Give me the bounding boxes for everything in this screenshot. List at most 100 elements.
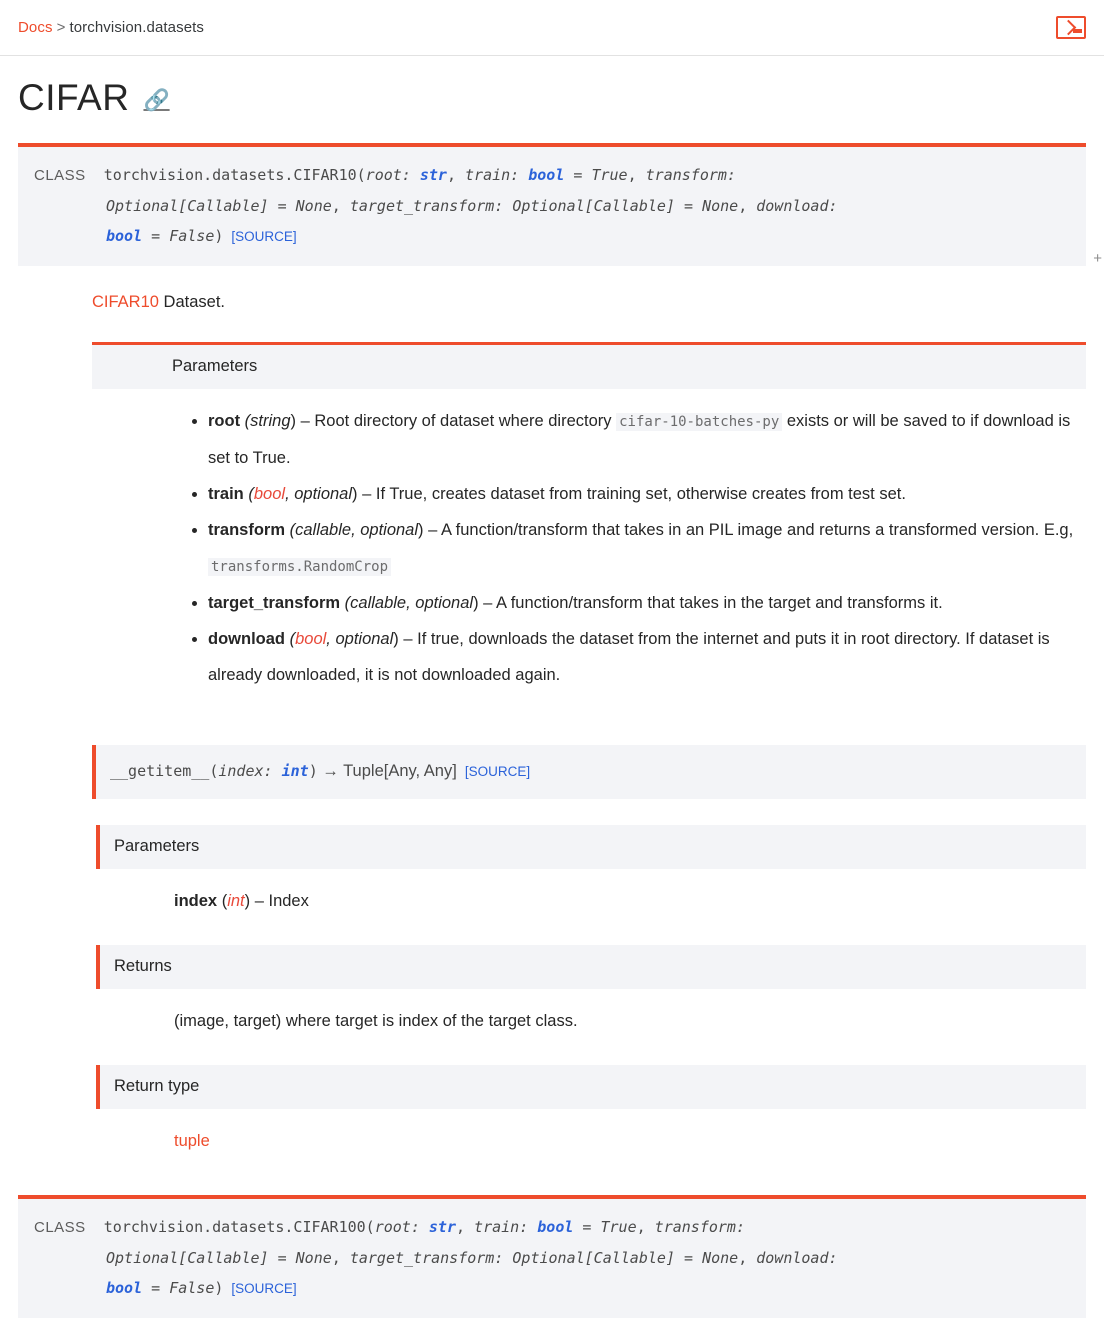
- cifar10-signature-line-2: Optional[Callable] = None, target_transf…: [34, 191, 1070, 221]
- getitem-source-link[interactable]: [SOURCE]: [465, 764, 530, 779]
- cifar100-param-target-transform-eq: =: [674, 1249, 703, 1268]
- param-name: download: [208, 630, 285, 649]
- cifar10-param-target-transform-colon: :: [494, 197, 513, 216]
- param-type-open: (: [240, 412, 251, 431]
- param-dash: –: [362, 485, 376, 504]
- getitem-param-name: index: [218, 762, 264, 781]
- getitem-name: __getitem__: [110, 762, 210, 781]
- cifar100-param-download-colon: :: [828, 1249, 838, 1268]
- param-type-open: (: [340, 594, 351, 613]
- cifar10-qualname: torchvision.datasets.CIFAR10: [103, 166, 357, 185]
- cifar100-param-root-colon: :: [410, 1218, 429, 1237]
- cifar10-signature-line-3: bool = False) [SOURCE]: [34, 221, 1070, 252]
- cifar10-param-target-transform-name: target_transform: [349, 197, 495, 216]
- param-type-red: int: [227, 892, 245, 911]
- param-name: target_transform: [208, 594, 341, 613]
- cifar100-source-link[interactable]: [SOURCE]: [231, 1281, 296, 1296]
- cifar10-param-train-sep: ,: [627, 166, 646, 185]
- cifar10-parameters-fieldbox: Parameters root (string) – Root director…: [92, 342, 1086, 693]
- param-desc-before: If True, creates dataset from training s…: [375, 485, 906, 504]
- getitem-returns-heading: Returns: [96, 945, 1086, 990]
- page-title-row: CIFAR 🔗: [0, 56, 1104, 120]
- cifar10-param-train-default: True: [591, 166, 628, 185]
- list-item: transform (callable, optional) – A funct…: [208, 512, 1086, 585]
- cifar10-body: CIFAR10 Dataset. Parameters root (string…: [0, 290, 1104, 1159]
- cifar10-param-train-colon: :: [510, 166, 529, 185]
- param-type: string: [250, 412, 291, 431]
- cifar100-param-train-default: True: [600, 1218, 637, 1237]
- scroll-expand-marker[interactable]: +: [1093, 251, 1102, 266]
- param-name: index: [174, 892, 218, 911]
- top-bar: Docs > torchvision.datasets: [0, 0, 1104, 56]
- getitem-return-type-heading: Return type: [96, 1065, 1086, 1110]
- breadcrumb-docs-link[interactable]: Docs: [18, 19, 53, 36]
- cifar100-close-paren: ): [214, 1279, 224, 1298]
- cifar10-param-download-eq: =: [142, 227, 170, 246]
- cifar10-param-train-type: bool: [528, 166, 565, 185]
- cifar100-param-transform-sep: ,: [331, 1249, 350, 1268]
- getitem-return-type-fieldbox: Return type tuple: [96, 1065, 1086, 1159]
- getitem-parameters-heading: Parameters: [96, 825, 1086, 870]
- param-literal: transforms.RandomCrop: [208, 558, 392, 577]
- param-type-open: (: [285, 630, 296, 649]
- cifar100-param-download-type: bool: [106, 1279, 143, 1298]
- cifar10-param-root-name: root: [365, 166, 402, 185]
- cifar10-close-paren: ): [214, 227, 224, 246]
- getitem-parameter-item: index (int) – Index: [96, 883, 1086, 919]
- param-type: callable, optional: [295, 521, 419, 540]
- cifar100-param-transform-eq: =: [268, 1249, 296, 1268]
- breadcrumb-separator: >: [56, 19, 66, 36]
- cifar100-class-keyword: CLASS: [34, 1219, 86, 1237]
- cifar10-description-link[interactable]: CIFAR10: [92, 293, 159, 311]
- breadcrumb: Docs > torchvision.datasets: [18, 19, 204, 36]
- cifar10-description: CIFAR10 Dataset.: [92, 290, 1086, 315]
- cifar10-param-target-transform-default: None: [702, 197, 739, 216]
- cifar100-open-paren: (: [365, 1218, 375, 1237]
- getitem-return-annotation: Tuple[Any, Any]: [343, 762, 457, 781]
- cifar100-param-target-transform-name: target_transform: [349, 1249, 495, 1268]
- cifar10-description-rest: Dataset.: [158, 293, 225, 312]
- getitem-param-colon: :: [263, 762, 282, 781]
- cifar100-param-download-name: download: [756, 1249, 829, 1268]
- param-desc-before: A function/transform that takes in the t…: [496, 594, 943, 613]
- cifar10-param-download-colon: :: [828, 197, 838, 216]
- getitem-signature-line: __getitem__(index: int) → Tuple[Any, Any…: [110, 758, 1070, 785]
- param-type-close: ): [352, 485, 363, 504]
- cifar10-open-paren: (: [356, 166, 366, 185]
- cifar10-param-root-type: str: [419, 166, 447, 185]
- cifar10-signature-line-1: CLASS torchvision.datasets.CIFAR10(root:…: [34, 160, 1070, 191]
- param-name: train: [208, 485, 244, 504]
- param-dash: –: [403, 630, 418, 649]
- cifar10-parameter-list: root (string) – Root directory of datase…: [92, 403, 1086, 693]
- cifar100-param-transform-default: None: [295, 1249, 332, 1268]
- cifar100-param-train-colon: :: [519, 1218, 538, 1237]
- param-dash: –: [428, 521, 441, 540]
- cifar100-param-transform-name: transform: [654, 1218, 736, 1237]
- cifar100-qualname: torchvision.datasets.CIFAR100: [103, 1218, 366, 1237]
- cifar100-signature-line-2: Optional[Callable] = None, target_transf…: [34, 1243, 1070, 1273]
- cifar100-param-root-type: str: [428, 1218, 456, 1237]
- param-type-close: ): [244, 892, 255, 911]
- param-type-open: (: [243, 485, 254, 504]
- getitem-method-block: __getitem__(index: int) → Tuple[Any, Any…: [92, 745, 1086, 1159]
- cifar10-param-download-type: bool: [106, 227, 143, 246]
- getitem-return-type-link[interactable]: tuple: [174, 1132, 210, 1150]
- cifar10-param-root-sep: ,: [446, 166, 466, 185]
- page-title: CIFAR: [18, 77, 130, 118]
- link-icon[interactable]: 🔗: [143, 90, 169, 111]
- cifar10-param-download-default: False: [169, 227, 215, 246]
- param-desc-before: A function/transform that takes in an PI…: [440, 521, 1074, 540]
- getitem-arrow: →: [317, 762, 344, 781]
- param-literal: cifar-10-batches-py: [616, 413, 783, 432]
- param-name: root: [208, 412, 241, 431]
- cifar100-param-train-name: train: [474, 1218, 520, 1237]
- breadcrumb-current: torchvision.datasets: [69, 19, 205, 36]
- param-type-red: bool: [295, 630, 327, 649]
- getitem-body: Parameters index (int) – Index Returns (…: [92, 825, 1086, 1159]
- param-name: transform: [208, 521, 286, 540]
- cifar10-class-keyword: CLASS: [34, 167, 86, 185]
- terminal-icon[interactable]: [1056, 16, 1086, 39]
- list-item: train (bool, optional) – If True, create…: [208, 476, 1086, 512]
- getitem-signature-block: __getitem__(index: int) → Tuple[Any, Any…: [92, 745, 1086, 800]
- cifar10-source-link[interactable]: [SOURCE]: [231, 229, 296, 244]
